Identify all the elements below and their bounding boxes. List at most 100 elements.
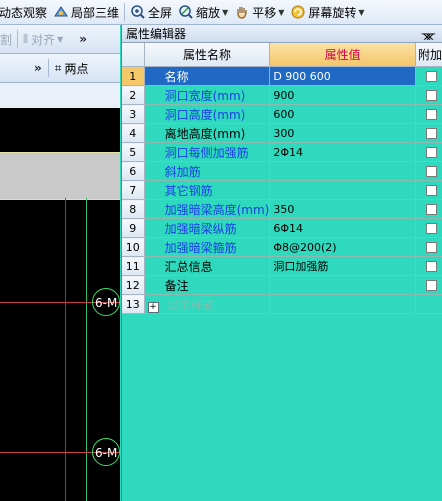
extra-checkbox[interactable] — [425, 185, 437, 196]
row-number[interactable]: 4 — [122, 123, 145, 143]
property-name: 洞口高度(mm) — [144, 104, 271, 124]
table-row[interactable]: 10 加强暗梁箍筋 Φ8@200(2) — [122, 237, 442, 257]
row-number[interactable]: 10 — [122, 237, 145, 257]
extra-checkbox[interactable] — [425, 242, 437, 253]
property-value-field[interactable]: 6Φ14 — [269, 218, 416, 238]
row-number[interactable]: 3 — [122, 104, 145, 124]
table-row[interactable]: 5 洞口每侧加强筋 2Φ14 — [122, 142, 442, 162]
table-row[interactable]: 2 洞口宽度(mm) 900 — [122, 85, 442, 105]
screen-rotate-label: 屏幕旋转 — [308, 5, 357, 20]
zoom-dropdown-icon[interactable]: ▼ — [222, 8, 228, 17]
property-editor-titlebar: 属性编辑器 ᚘ — [122, 25, 442, 43]
extra-checkbox[interactable] — [425, 147, 437, 158]
axis-label: 6-M — [95, 296, 118, 310]
row-number[interactable]: 7 — [122, 180, 145, 200]
extra-checkbox[interactable] — [425, 109, 437, 120]
row-number[interactable]: 13 — [122, 294, 145, 314]
property-name-text: 洞口每侧加强筋 — [164, 145, 249, 160]
table-row[interactable]: 11 汇总信息 洞口加强筋 — [122, 256, 442, 276]
zoom-label: 缩放 — [196, 5, 221, 20]
screen-rotate-dropdown-icon[interactable]: ▼ — [358, 8, 364, 17]
extra-checkbox[interactable] — [425, 280, 437, 291]
main-toolbar: 动态观察 局部三维 全屏 缩放 ▼ 平移 ▼ 屏幕旋转 ▼ — [0, 0, 442, 25]
draw-toolbar: » ⌗ 两点 — [0, 54, 120, 83]
property-name-text: 显示样式 — [166, 297, 215, 312]
align-icon: ⫴ — [23, 31, 29, 46]
property-value-field[interactable]: 300 — [269, 123, 416, 143]
local-3d-button[interactable]: 局部三维 — [50, 1, 122, 23]
table-row[interactable]: 9 加强暗梁纵筋 6Φ14 — [122, 218, 442, 238]
table-row[interactable]: 3 洞口高度(mm) 600 — [122, 104, 442, 124]
extra-cell — [415, 161, 442, 181]
extra-cell — [415, 142, 442, 162]
orbit-button[interactable]: 动态观察 — [0, 1, 50, 23]
property-name-text: 加强暗梁高度(mm) — [164, 202, 270, 217]
property-rows: 1 名称 D 900 600 2 洞口宽度(mm) 900 3 洞口高度(mm) 600 4 离地高… — [122, 66, 442, 314]
drawing-canvas[interactable]: 6-M 6-M — [0, 108, 120, 501]
table-row[interactable]: 4 离地高度(mm) 300 — [122, 123, 442, 143]
table-row[interactable]: 12 备注 — [122, 275, 442, 295]
property-name: 备注 — [144, 275, 271, 295]
extra-checkbox[interactable] — [425, 166, 437, 177]
property-value-field[interactable]: 洞口加强筋 — [269, 256, 416, 276]
property-name: 洞口每侧加强筋 — [144, 142, 271, 162]
pan-button[interactable]: 平移 ▼ — [231, 1, 287, 23]
property-value-field[interactable] — [269, 161, 416, 181]
screen-rotate-button[interactable]: 屏幕旋转 ▼ — [287, 1, 367, 23]
toolbar-overflow-icon[interactable]: » — [34, 61, 42, 75]
toolbar-overflow-icon[interactable]: » — [79, 32, 87, 46]
row-number[interactable]: 1 — [122, 66, 145, 86]
pin-icon[interactable]: ᚘ — [422, 27, 435, 40]
property-value-field[interactable]: 900 — [269, 85, 416, 105]
row-number[interactable]: 6 — [122, 161, 145, 181]
edit-toolbar: 分割 ⫴ 对齐 ▼ » — [0, 25, 120, 54]
zoom-button[interactable]: 缩放 ▼ — [175, 1, 231, 23]
wall-element[interactable] — [0, 152, 120, 200]
local-3d-icon — [53, 4, 69, 20]
row-number[interactable]: 8 — [122, 199, 145, 219]
split-button[interactable]: 分割 — [0, 31, 12, 48]
row-number[interactable]: 11 — [122, 256, 145, 276]
property-name: 斜加筋 — [144, 161, 271, 181]
property-name-header[interactable]: 属性名称 — [144, 43, 271, 67]
property-value-field[interactable] — [269, 294, 416, 314]
property-value-field[interactable]: Φ8@200(2) — [269, 237, 416, 257]
expand-icon[interactable]: + — [147, 301, 159, 313]
table-row[interactable]: 6 斜加筋 — [122, 161, 442, 181]
extra-checkbox[interactable] — [425, 261, 437, 272]
axis-marker[interactable]: 6-M — [92, 438, 120, 466]
table-row[interactable]: 8 加强暗梁高度(mm) 350 — [122, 199, 442, 219]
extra-header[interactable]: 附加 — [415, 43, 442, 67]
table-row[interactable]: 13 + 显示样式 — [122, 294, 442, 314]
property-name: 洞口宽度(mm) — [144, 85, 271, 105]
row-number[interactable]: 9 — [122, 218, 145, 238]
property-value-field[interactable] — [269, 180, 416, 200]
property-value-field[interactable]: 350 — [269, 199, 416, 219]
extra-checkbox[interactable] — [425, 204, 437, 215]
extra-checkbox[interactable] — [425, 128, 437, 139]
property-value-field[interactable]: D 900 600 — [269, 66, 416, 86]
fullscreen-button[interactable]: 全屏 — [127, 1, 175, 23]
row-number[interactable]: 5 — [122, 142, 145, 162]
row-number[interactable]: 2 — [122, 85, 145, 105]
align-button[interactable]: 对齐 — [31, 31, 55, 48]
extra-cell — [415, 180, 442, 200]
property-value-field[interactable]: 600 — [269, 104, 416, 124]
extra-checkbox[interactable] — [425, 223, 437, 234]
zoom-icon — [178, 4, 194, 20]
screen-rotate-icon — [290, 4, 306, 20]
axis-marker[interactable]: 6-M — [92, 288, 120, 316]
property-value-field[interactable] — [269, 275, 416, 295]
two-point-button[interactable]: 两点 — [65, 60, 89, 77]
pan-dropdown-icon[interactable]: ▼ — [278, 8, 284, 17]
property-name-text: 备注 — [164, 278, 189, 293]
extra-checkbox[interactable] — [425, 71, 437, 82]
row-number[interactable]: 12 — [122, 275, 145, 295]
table-row[interactable]: 1 名称 D 900 600 — [122, 66, 442, 86]
extra-cell — [415, 123, 442, 143]
property-value-field[interactable]: 2Φ14 — [269, 142, 416, 162]
table-row[interactable]: 7 其它钢筋 — [122, 180, 442, 200]
align-dropdown-icon[interactable]: ▼ — [57, 35, 63, 44]
extra-checkbox[interactable] — [425, 90, 437, 101]
property-value-header[interactable]: 属性值 — [269, 43, 416, 67]
